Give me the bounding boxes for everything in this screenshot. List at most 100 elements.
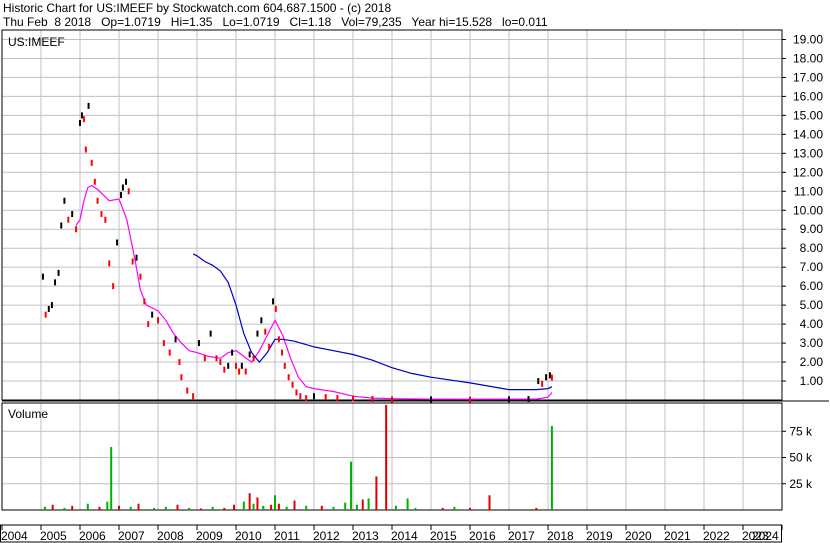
price-mark — [41, 273, 44, 280]
price-mark — [238, 368, 241, 375]
volume-bar — [98, 506, 101, 510]
x-tick-label: 2014 — [391, 529, 418, 543]
y-tick-label: 4.00 — [800, 317, 824, 331]
price-mark — [168, 349, 171, 356]
volume-bar — [43, 506, 46, 510]
price-mark — [209, 330, 212, 337]
volume-bar — [71, 505, 74, 510]
volume-title: Volume — [8, 407, 48, 421]
price-mark — [151, 311, 154, 318]
volume-bar — [86, 503, 89, 510]
price-mark — [336, 395, 339, 402]
y-tick-label: 17.00 — [793, 70, 823, 84]
price-mark — [244, 368, 247, 375]
stock-chart: 2004 2005 2006 2007 2008 2009 2010 2011 2012 2013… — [0, 29, 829, 543]
volume-bar — [274, 495, 276, 510]
price-mark — [391, 396, 393, 403]
volume-bar — [550, 426, 553, 510]
axis-labels: 2004 2005 2006 2007 2008 2009 2010 2011 2012 2013… — [1, 32, 823, 543]
x-tick-label: 2009 — [196, 529, 223, 543]
price-mark — [277, 336, 280, 343]
volume-bar — [277, 503, 280, 510]
price-mark — [90, 159, 93, 166]
volume-tick-label: 50 k — [789, 451, 813, 465]
price-mark — [135, 254, 138, 261]
price-mark — [281, 349, 284, 356]
price-mark — [248, 351, 251, 358]
price-mark — [231, 349, 234, 356]
price-mark — [79, 119, 81, 126]
price-mark — [272, 298, 275, 305]
y-tick-label: 16.00 — [793, 89, 823, 103]
y-tick-label: 7.00 — [800, 260, 824, 274]
price-mark — [295, 389, 298, 396]
y-tick-label: 9.00 — [800, 222, 824, 236]
y-tick-label: 2.00 — [800, 355, 824, 369]
volume-bar — [355, 504, 358, 510]
price-mark — [71, 211, 74, 218]
price-mark — [260, 317, 263, 324]
volume-bar — [394, 505, 397, 510]
price-mark — [162, 340, 165, 347]
price-mark — [541, 380, 544, 387]
volume-bar — [176, 504, 179, 510]
price-mark — [87, 102, 90, 109]
y-tick-label: 19.00 — [793, 32, 823, 46]
volume-bar — [211, 506, 214, 510]
volume-bar — [199, 508, 202, 510]
price-mark — [264, 328, 267, 335]
price-mark — [527, 396, 530, 403]
price-mark — [157, 317, 159, 324]
price-mark — [50, 302, 53, 309]
volume-bar — [508, 508, 510, 510]
volume-tick-label: 75 k — [789, 424, 813, 438]
volume-bar — [242, 501, 245, 510]
price-mark — [313, 393, 315, 400]
volume-bar — [305, 505, 308, 510]
x-tick-label: 2024 — [752, 529, 779, 543]
volume-bar — [293, 500, 296, 510]
price-mark — [305, 395, 308, 402]
price-mark — [44, 311, 47, 318]
volume-bar — [153, 507, 156, 510]
volume-bar — [441, 507, 444, 510]
price-mark — [192, 393, 195, 400]
volume-bar — [106, 501, 109, 510]
ma_long-line — [192, 253, 553, 391]
volume-bar — [453, 506, 456, 510]
price-mark — [147, 321, 150, 328]
volume-tick-label: 25 k — [789, 477, 813, 491]
volume-bar — [535, 507, 538, 510]
price-mark — [82, 116, 85, 123]
volume-bar — [129, 506, 132, 510]
price-mark — [186, 387, 189, 394]
price-mark — [63, 197, 66, 204]
y-tick-label: 1.00 — [800, 374, 824, 388]
price-mark — [299, 393, 302, 400]
price-mark — [131, 258, 134, 265]
x-tick-label: 2021 — [664, 529, 691, 543]
price-mark — [180, 374, 183, 381]
x-tick-label: 2008 — [157, 529, 184, 543]
volume-bar — [406, 498, 409, 510]
price-mark — [274, 305, 277, 312]
volume-bar — [63, 507, 66, 510]
price-mark — [108, 260, 111, 267]
price-mark — [119, 192, 122, 199]
price-mark — [324, 394, 327, 401]
volume-bar — [188, 507, 191, 510]
volume-bar — [223, 507, 226, 510]
price-mark — [112, 283, 115, 290]
volume-bar — [375, 476, 378, 510]
x-tick-label: 2012 — [313, 529, 340, 543]
price-mark — [116, 239, 119, 246]
y-tick-label: 5.00 — [800, 298, 824, 312]
price-mark — [197, 340, 200, 347]
price-mark — [96, 197, 99, 204]
price-mark — [223, 366, 226, 373]
price-mark — [508, 396, 510, 403]
volume-bar — [256, 497, 259, 510]
volume-bar — [367, 498, 370, 510]
x-tick-label: 2015 — [430, 529, 457, 543]
price-mark — [256, 330, 259, 337]
